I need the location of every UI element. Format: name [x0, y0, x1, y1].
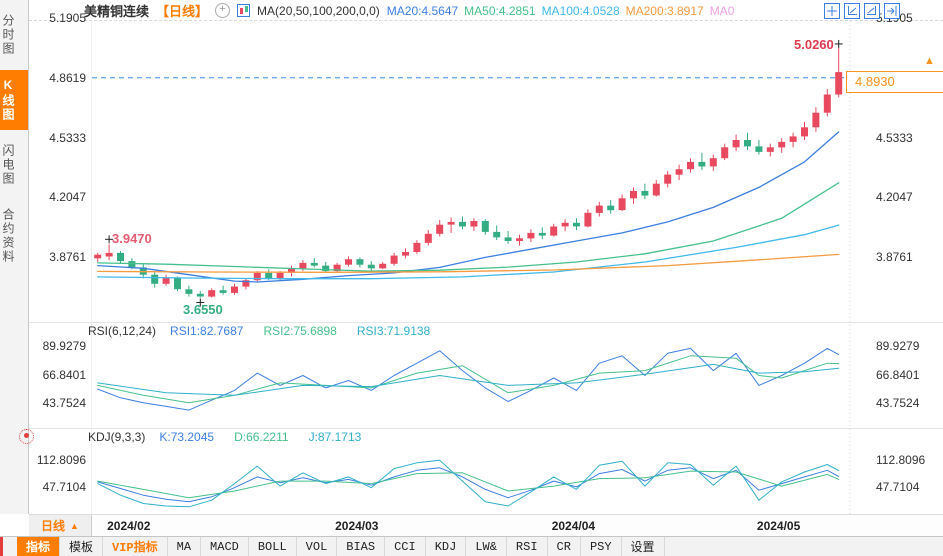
ma-value-0: MA20:4.5647 — [386, 3, 459, 18]
kdj-values: K:73.2045 D:66.2211 J:87.1713 — [159, 430, 367, 444]
rsi-axis-label-right: 89.9279 — [876, 339, 920, 353]
ma-value-4: MA0 — [709, 3, 735, 18]
price-up-arrow-icon: ▲ — [924, 55, 935, 67]
last-price-box[interactable]: 4.8930 — [846, 71, 943, 93]
kline-mini-icon — [237, 4, 251, 17]
early-high-annotation: 3.9470 — [112, 231, 152, 246]
low-annotation: 3.6550 — [183, 302, 223, 317]
kdj-title[interactable]: KDJ(9,3,3) — [88, 430, 145, 444]
price-axis-label-right: 3.8761 — [876, 250, 913, 265]
tab-cci[interactable]: CCI — [385, 537, 426, 556]
snap-to-right-icon[interactable] — [884, 3, 900, 19]
tab-macd[interactable]: MACD — [201, 537, 249, 556]
price-axis-label-left: 4.2047 — [49, 190, 86, 205]
add-circle-icon[interactable]: + — [215, 3, 231, 18]
sidebar-item-contract-info[interactable]: 合约资料 — [0, 200, 28, 272]
bar-spacer — [3, 537, 17, 556]
tab-kdj[interactable]: KDJ — [426, 537, 467, 556]
rsi-axis-label-left: 43.7524 — [42, 396, 86, 410]
sidebar-item-time-chart[interactable]: 分时图 — [0, 6, 28, 64]
ma-value-2: MA100:4.0528 — [541, 3, 620, 18]
price-axis-label-left: 3.8761 — [49, 250, 86, 265]
kdj-value-0: K:73.2045 — [159, 430, 215, 444]
kdj-axis-label-right: 112.8096 — [876, 453, 926, 467]
ma-formula[interactable]: MA(20,50,100,200,0,0) — [257, 4, 380, 18]
xaxis-row: 日线 ▲ 2024/02 2024/03 2024/04 2024/05 — [29, 514, 943, 537]
tab-ma[interactable]: MA — [168, 537, 202, 556]
price-axis-label-left: 4.5333 — [49, 130, 86, 145]
rsi-title[interactable]: RSI(6,12,24) — [88, 324, 156, 338]
instrument-title: 美精铜连续 — [84, 4, 150, 19]
tab-indicators[interactable]: 指标 — [17, 537, 61, 556]
sidebar-item-flash-chart[interactable]: 闪电图 — [0, 136, 28, 194]
rsi-axis-label-right: 66.8401 — [876, 367, 920, 382]
period-label: 日线 — [41, 519, 66, 533]
tab-psy[interactable]: PSY — [581, 537, 622, 556]
right-axis-scale-icon[interactable] — [864, 3, 880, 19]
ma-value-1: MA50:4.2851 — [464, 3, 536, 18]
rsi-panel-divider — [29, 322, 943, 323]
tab-vip-indicators[interactable]: VIP指标 — [103, 537, 168, 556]
tab-cr[interactable]: CR — [548, 537, 581, 556]
tab-boll[interactable]: BOLL — [249, 537, 297, 556]
month-label: 2024/03 — [335, 519, 379, 533]
period-tag[interactable]: 【日线】 — [156, 1, 208, 20]
rsi-values: RSI1:82.7687 RSI2:75.6898 RSI3:71.9138 — [170, 324, 436, 338]
tab-vol[interactable]: VOL — [297, 537, 338, 556]
period-up-arrow-icon: ▲ — [70, 520, 79, 531]
period-selector-button[interactable]: 日线 ▲ — [29, 515, 92, 537]
rsi-value-2: RSI3:71.9138 — [356, 324, 431, 338]
chart-canvas[interactable] — [0, 0, 943, 556]
kdj-axis-label-right: 47.7104 — [876, 480, 920, 494]
sidebar-item-kline-chart[interactable]: K线图 — [0, 70, 28, 130]
app-root: 分时图 K线图闪电图合约资料 美精铜连续 【日线】 + MA(20,50,100,… — [0, 0, 943, 556]
price-axis-label-left: 4.8619 — [49, 70, 86, 85]
bottom-tab-bar: 指标 模板 VIP指标 MA MACD BOLL VOL BIAS CCI KDJ LW& RSI CR… — [0, 536, 943, 556]
crosshair-icon[interactable] — [824, 3, 840, 19]
kdj-axis-label-left: 47.7104 — [42, 480, 86, 494]
high-annotation: 5.0260 — [794, 37, 834, 52]
kdj-axis-label-left: 112.8096 — [36, 453, 86, 467]
left-axis-scale-icon[interactable] — [844, 3, 860, 19]
price-axis-label-left: 5.1905 — [49, 11, 86, 25]
rsi-axis-label-left: 66.8401 — [42, 367, 86, 382]
price-axis-label-right: 4.5333 — [876, 130, 913, 145]
kdj-panel-divider — [29, 428, 943, 429]
chart-toolbar — [824, 3, 900, 19]
kdj-value-1: D:66.2211 — [234, 430, 289, 444]
month-label: 2024/02 — [107, 519, 151, 533]
kdj-header: KDJ(9,3,3) K:73.2045 D:66.2211 J:87.1713 — [88, 430, 367, 444]
tab-templates[interactable]: 模板 — [60, 537, 104, 556]
tab-bias[interactable]: BIAS — [337, 537, 386, 556]
header-separator — [29, 20, 943, 21]
tab-settings[interactable]: 设置 — [622, 537, 665, 556]
kdj-value-2: J:87.1713 — [308, 430, 362, 444]
tab-lwr[interactable]: LW& — [466, 537, 507, 556]
tab-rsi[interactable]: RSI — [507, 537, 548, 556]
live-broadcast-icon[interactable] — [19, 429, 34, 444]
month-label: 2024/04 — [551, 519, 596, 533]
chart-header: 美精铜连续 【日线】 + MA(20,50,100,200,0,0) MA20:… — [84, 2, 740, 19]
ma-value-3: MA200:3.8917 — [625, 3, 704, 18]
rsi-axis-label-right: 43.7524 — [876, 396, 920, 410]
rsi-value-1: RSI2:75.6898 — [263, 324, 337, 338]
price-axis-label-right: 4.2047 — [876, 190, 913, 205]
ma-values: MA20:4.5647 MA50:4.2851 MA100:4.0528 MA200:… — [387, 4, 741, 18]
rsi-axis-label-left: 89.9279 — [42, 339, 86, 353]
rsi-value-0: RSI1:82.7687 — [170, 324, 244, 338]
month-label: 2024/05 — [756, 519, 801, 533]
rsi-header: RSI(6,12,24) RSI1:82.7687 RSI2:75.6898 RSI… — [88, 324, 436, 338]
